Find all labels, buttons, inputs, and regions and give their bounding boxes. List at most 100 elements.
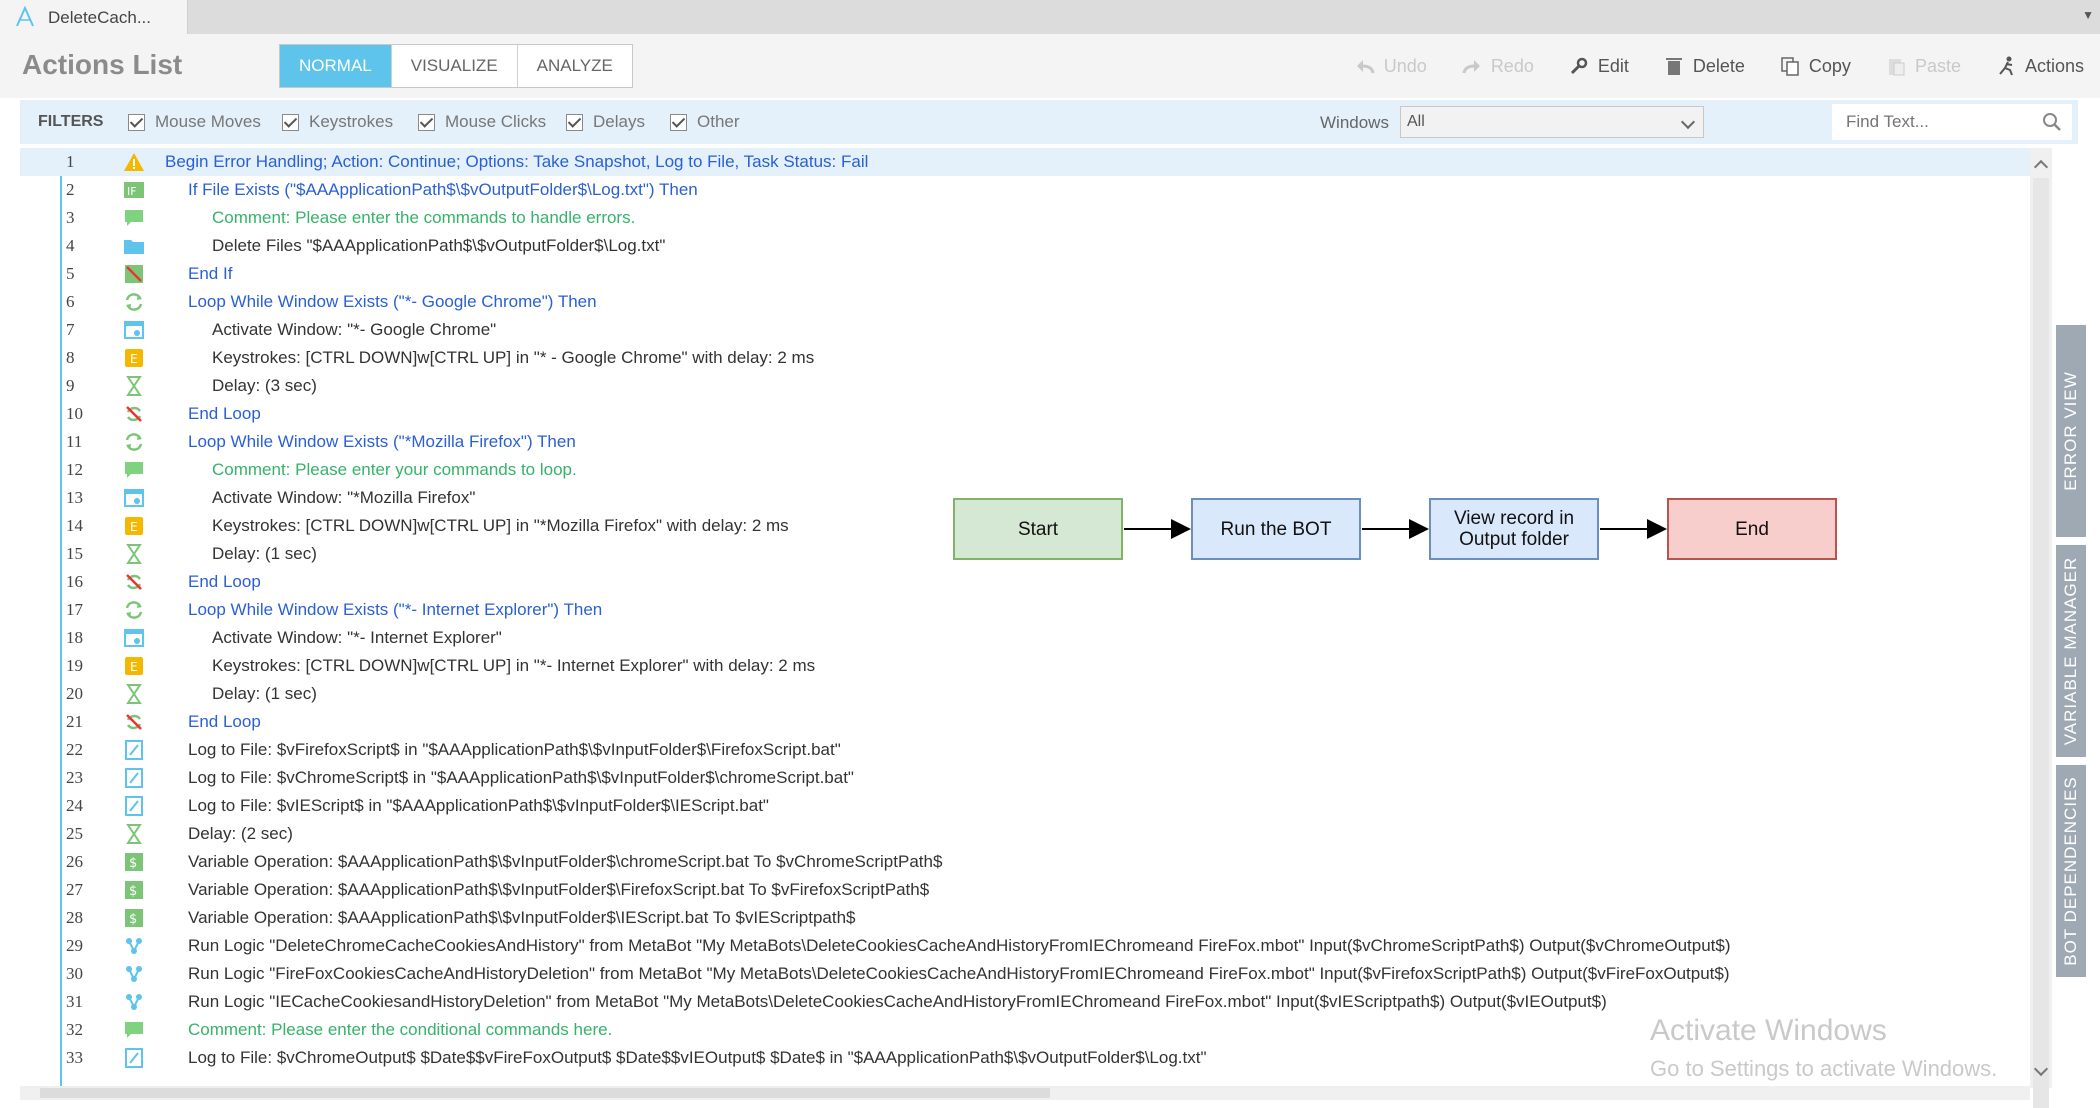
error-view-tab[interactable]: ERROR VIEW <box>2056 325 2086 537</box>
windows-dropdown[interactable]: All <box>1400 106 1704 138</box>
vertical-scrollbar[interactable] <box>2030 148 2052 1108</box>
error-view-label: ERROR VIEW <box>2061 371 2080 491</box>
variable-manager-tab[interactable]: VARIABLE MANAGER <box>2056 545 2086 757</box>
paste-button[interactable]: Paste <box>1885 55 1961 77</box>
comment-icon <box>125 462 143 478</box>
redo-icon <box>1462 60 1480 74</box>
action-row[interactable]: 24 Log to File: $vIEScript$ in "$AAApplic… <box>20 792 2030 820</box>
action-row[interactable]: 1 Begin Error Handling; Action: Continue;… <box>20 148 2030 176</box>
find-text-box <box>1832 104 2072 140</box>
action-row[interactable]: 18 Activate Window: "*- Internet Explorer… <box>20 624 2030 652</box>
action-text: Begin Error Handling; Action: Continue; … <box>165 152 869 171</box>
copy-button[interactable]: Copy <box>1779 55 1851 77</box>
warning-icon <box>124 153 144 171</box>
loop-icon <box>125 601 143 619</box>
bot-dependencies-tab[interactable]: BOT DEPENDENCIES <box>2056 765 2086 977</box>
line-number: 9 <box>66 376 75 395</box>
checkbox-checked-icon <box>128 113 145 131</box>
line-number: 18 <box>66 628 83 647</box>
action-row[interactable]: 21 End Loop <box>20 708 2030 736</box>
scroll-up-icon[interactable] <box>2033 159 2049 175</box>
folder-icon <box>124 240 144 254</box>
view-mode-switch: NORMAL VISUALIZE ANALYZE <box>279 44 633 88</box>
mode-visualize-button[interactable]: VISUALIZE <box>392 45 518 87</box>
hourglass-icon <box>126 544 142 564</box>
action-row[interactable]: 2 IF If File Exists ("$AAApplicationPath$\… <box>20 176 2030 204</box>
keystroke-icon: E <box>125 517 143 535</box>
find-text-input[interactable] <box>1832 104 2032 140</box>
line-number: 17 <box>66 600 83 619</box>
action-row[interactable]: 31 Run Logic "IECacheCookiesandHistoryDel… <box>20 988 2030 1016</box>
action-row[interactable]: 25 Delay: (2 sec) <box>20 820 2030 848</box>
horizontal-scrollbar[interactable] <box>20 1086 2030 1100</box>
action-row[interactable]: 9 Delay: (3 sec) <box>20 372 2030 400</box>
filter-mouse-moves-label: Mouse Moves <box>155 112 261 131</box>
undo-button[interactable]: Undo <box>1354 55 1427 77</box>
metabot-icon <box>126 966 142 982</box>
action-row[interactable]: 11 Loop While Window Exists ("*Mozilla Fi… <box>20 428 2030 456</box>
action-row[interactable]: 20 Delay: (1 sec) <box>20 680 2030 708</box>
filter-other-checkbox[interactable]: Other <box>670 112 740 132</box>
search-icon[interactable] <box>2042 112 2062 132</box>
action-row[interactable]: 10 End Loop <box>20 400 2030 428</box>
line-number: 12 <box>66 460 83 479</box>
scroll-thumb[interactable] <box>2033 178 2049 1108</box>
copy-icon <box>1781 57 1799 76</box>
activate-windows-watermark: Activate Windows <box>1650 1014 1887 1047</box>
filter-mouse-moves-checkbox[interactable]: Mouse Moves <box>128 112 261 132</box>
filter-mouse-clicks-checkbox[interactable]: Mouse Clicks <box>418 112 546 132</box>
action-row[interactable]: 12 Comment: Please enter your commands to… <box>20 456 2030 484</box>
line-number: 26 <box>66 852 83 871</box>
action-row[interactable]: 3 Comment: Please enter the commands to h… <box>20 204 2030 232</box>
undo-label: Undo <box>1383 55 1427 76</box>
filter-delays-checkbox[interactable]: Delays <box>566 112 645 132</box>
action-row[interactable]: 19 E Keystrokes: [CTRL DOWN]w[CTRL UP] in … <box>20 652 2030 680</box>
svg-text:$: $ <box>129 884 137 899</box>
action-text: Keystrokes: [CTRL DOWN]w[CTRL UP] in "* … <box>212 348 815 367</box>
action-row[interactable]: 7 Activate Window: "*- Google Chrome" <box>20 316 2030 344</box>
checkbox-checked-icon <box>418 113 435 131</box>
redo-button[interactable]: Redo <box>1461 55 1534 77</box>
horizontal-scroll-thumb[interactable] <box>40 1088 1050 1098</box>
action-row[interactable]: 17 Loop While Window Exists ("*- Internet… <box>20 596 2030 624</box>
document-tab[interactable]: DeleteCach... <box>0 0 188 34</box>
action-text: Delete Files "$AAApplicationPath$\$vOutp… <box>212 236 666 255</box>
line-number: 10 <box>66 404 83 423</box>
action-row[interactable]: 23 Log to File: $vChromeScript$ in "$AAAp… <box>20 764 2030 792</box>
action-row[interactable]: 6 Loop While Window Exists ("*- Google Ch… <box>20 288 2030 316</box>
action-text: End Loop <box>188 712 261 731</box>
action-row[interactable]: 8 E Keystrokes: [CTRL DOWN]w[CTRL UP] in "… <box>20 344 2030 372</box>
edit-button[interactable]: Edit <box>1568 55 1629 77</box>
loop-icon <box>125 293 143 311</box>
window-icon <box>124 321 144 339</box>
action-row[interactable]: 22 Log to File: $vFirefoxScript$ in "$AAA… <box>20 736 2030 764</box>
action-text: If File Exists ("$AAApplicationPath$\$vO… <box>188 180 698 199</box>
action-text: End Loop <box>188 572 261 591</box>
log-icon <box>125 796 143 816</box>
line-number: 31 <box>66 992 83 1011</box>
mode-normal-button[interactable]: NORMAL <box>280 45 392 87</box>
action-row[interactable]: 4 Delete Files "$AAApplicationPath$\$vOut… <box>20 232 2030 260</box>
loop-icon <box>125 433 143 451</box>
filter-keystrokes-label: Keystrokes <box>309 112 394 131</box>
action-row[interactable]: 26 $ Variable Operation: $AAApplicationPat… <box>20 848 2030 876</box>
action-row[interactable]: 30 Run Logic "FireFoxCookiesCacheAndHisto… <box>20 960 2030 988</box>
checkbox-checked-icon <box>566 113 583 131</box>
variable-icon: $ <box>125 853 143 871</box>
action-text: Variable Operation: $AAApplicationPath$\… <box>188 908 856 927</box>
line-number: 20 <box>66 684 83 703</box>
line-number: 11 <box>66 432 83 451</box>
action-row[interactable]: 5 End If <box>20 260 2030 288</box>
action-text: Run Logic "IECacheCookiesandHistoryDelet… <box>188 992 1607 1011</box>
filter-mouse-clicks-label: Mouse Clicks <box>445 112 547 131</box>
filter-keystrokes-checkbox[interactable]: Keystrokes <box>282 112 393 132</box>
delete-button[interactable]: Delete <box>1663 55 1745 77</box>
action-row[interactable]: 29 Run Logic "DeleteChromeCacheCookiesAnd… <box>20 932 2030 960</box>
action-row[interactable]: 16 End Loop <box>20 568 2030 596</box>
action-row[interactable]: 27 $ Variable Operation: $AAApplicationPat… <box>20 876 2030 904</box>
action-row[interactable]: 28 $ Variable Operation: $AAApplicationPat… <box>20 904 2030 932</box>
mode-analyze-button[interactable]: ANALYZE <box>518 45 632 87</box>
tab-menu-icon[interactable]: ▼ <box>2082 8 2094 22</box>
actions-button[interactable]: Actions <box>1995 55 2084 77</box>
line-number: 13 <box>66 488 83 507</box>
